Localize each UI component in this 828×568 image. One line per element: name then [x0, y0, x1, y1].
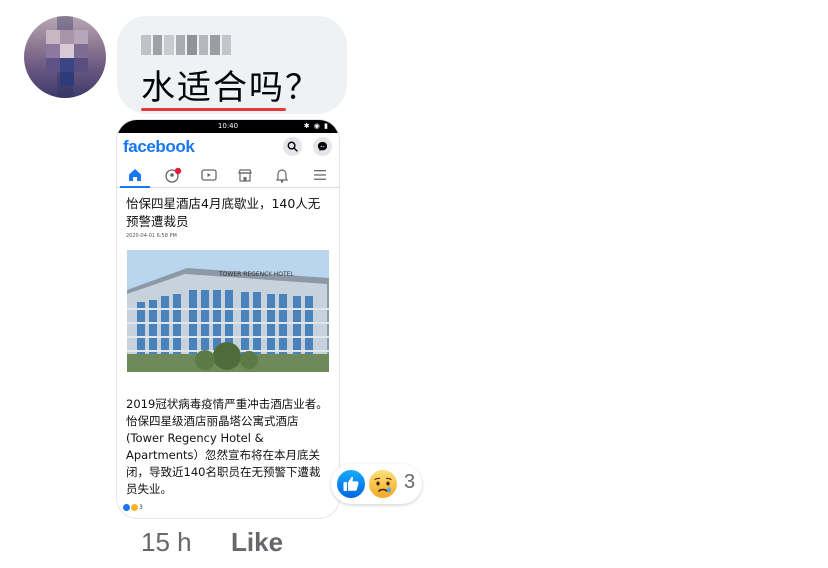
reaction-count: 3: [404, 471, 416, 493]
attached-screenshot[interactable]: 10:40 ✱ ◉ ▮ facebook 怡保四星酒店4月底歇业，140人无预警…: [117, 120, 339, 518]
reaction-summary[interactable]: 3: [331, 464, 422, 504]
marketplace-icon: [235, 165, 255, 185]
fb-app-header: facebook: [117, 133, 339, 161]
comment-timestamp[interactable]: 15 h: [141, 527, 192, 558]
facebook-logo: facebook: [123, 137, 195, 156]
article-date: 2020-04-01 6:58 PM: [126, 233, 177, 239]
phone-status-bar: 10:40 ✱ ◉ ▮: [117, 120, 339, 133]
home-icon: [125, 165, 145, 185]
sad-icon: [367, 468, 399, 500]
spellcheck-underline: [141, 108, 286, 111]
watch-icon: [199, 165, 219, 185]
status-icons: ✱ ◉ ▮: [303, 122, 329, 130]
mini-reactions: 3: [123, 504, 143, 511]
like-button[interactable]: Like: [231, 527, 283, 558]
comment-text: 水适合吗？: [141, 68, 321, 108]
mini-sad-icon: [131, 504, 138, 511]
menu-icon: [310, 165, 330, 185]
groups-icon: [163, 165, 183, 185]
commenter-avatar[interactable]: [24, 16, 106, 98]
comment-bubble: 水适合吗？: [117, 16, 347, 114]
notifications-icon: [272, 165, 292, 185]
search-icon: [283, 137, 302, 156]
author-name-redacted[interactable]: [141, 34, 231, 56]
nav-active-indicator: [120, 186, 150, 188]
hotel-photo: TOWER REGENCY HOTEL: [127, 250, 329, 372]
hotel-sign: TOWER REGENCY HOTEL: [218, 271, 294, 278]
mini-reaction-count: 3: [139, 504, 143, 511]
article-body: 2019冠状病毒疫情严重冲击酒店业者。怡保四星级酒店丽晶塔公寓式酒店(Tower…: [126, 397, 328, 496]
article-title: 怡保四星酒店4月底歇业，140人无预警遭裁员: [126, 196, 321, 229]
like-icon: [335, 468, 367, 500]
messenger-icon: [313, 137, 332, 156]
fb-nav-bar: [117, 161, 339, 188]
mini-like-icon: [123, 504, 130, 511]
